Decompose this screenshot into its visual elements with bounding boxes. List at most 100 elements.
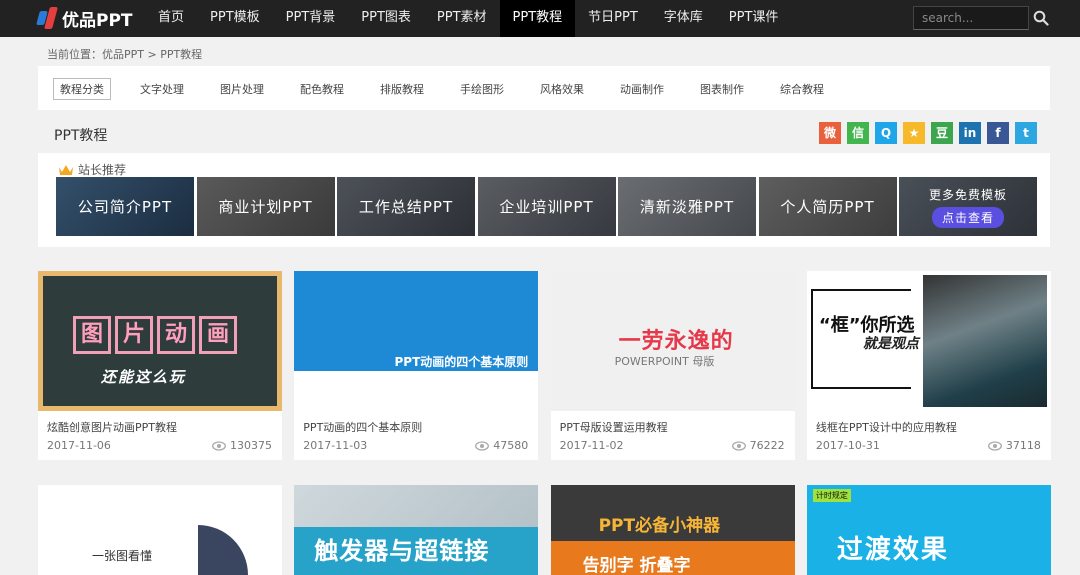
eye-icon (731, 440, 746, 451)
eye-icon (987, 440, 1002, 451)
thumb-text: PPT动画的四个基本原则 (394, 355, 529, 369)
nav-item[interactable]: PPT素材 (424, 0, 500, 37)
card-thumbnail[interactable]: 一劳永逸的 POWERPOINT 母版 (550, 271, 795, 411)
thumb-word: 图 (73, 316, 111, 354)
linkedin-icon[interactable]: in (959, 122, 981, 144)
nav-item[interactable]: PPT背景 (273, 0, 349, 37)
facebook-icon[interactable]: f (987, 122, 1009, 144)
tutorial-card[interactable]: 图片动画 还能这么玩 炫酷创意图片动画PPT教程 2017-11-06 1303… (38, 271, 282, 460)
thumb-text: 触发器与超链接 (314, 537, 490, 565)
nav-item[interactable]: 节日PPT (575, 0, 651, 37)
card-date: 2017-11-03 (303, 439, 368, 452)
recommend-banners: 公司简介PPT 商业计划PPT 工作总结PPT 企业培训PPT 清新淡雅PPT 个人简历P… (56, 177, 1040, 236)
weibo-icon[interactable]: 微 (819, 122, 841, 144)
thumb-text: PPT必备小神器 (598, 516, 721, 536)
recommend-header: 站长推荐 (58, 161, 126, 178)
card-views: 76222 (731, 439, 785, 452)
category-item[interactable]: 教程分类 (53, 78, 111, 100)
thumb-text: 一张图看懂 (92, 549, 153, 563)
card-date: 2017-10-31 (815, 439, 880, 452)
view-more-button[interactable]: 点击查看 (931, 206, 1004, 228)
card-title[interactable]: 线框在PPT设计中的应用教程 (816, 419, 957, 435)
nav-item[interactable]: 字体库 (651, 0, 716, 37)
views-count: 130375 (230, 439, 272, 452)
category-item[interactable]: 综合教程 (773, 78, 831, 100)
nav-item[interactable]: PPT模板 (197, 0, 273, 37)
nav-item[interactable]: PPT教程 (499, 0, 576, 37)
thumb-words: 图片动画 (73, 316, 241, 354)
category-item[interactable]: 文字处理 (133, 78, 191, 100)
tutorial-cards-row2: 一张图看懂 触发器与超链接 PPT必备小神器 告别字 折叠字 计时规定 过渡效果 (38, 485, 1063, 575)
card-thumbnail[interactable]: PPT动画的四个基本原则 (294, 271, 539, 411)
thumb-subtitle: 告别字 折叠字 (582, 556, 691, 575)
pie-graphic (198, 525, 248, 575)
thumb-subtitle: 还能这么玩 (101, 368, 187, 386)
card-views: 37118 (987, 439, 1041, 452)
views-count: 47580 (493, 439, 529, 452)
nav-item[interactable]: PPT课件 (716, 0, 792, 37)
qzone-icon[interactable]: ★ (903, 122, 925, 144)
card-thumbnail[interactable]: 图片动画 还能这么玩 (38, 271, 282, 411)
tutorial-card[interactable]: PPT动画的四个基本原则 PPT动画的四个基本原则 2017-11-03 475… (294, 271, 539, 460)
tutorial-cards: 图片动画 还能这么玩 炫酷创意图片动画PPT教程 2017-11-06 1303… (38, 271, 1063, 460)
recommend-banner[interactable]: 公司简介PPT (56, 177, 194, 236)
category-item[interactable]: 风格效果 (533, 78, 591, 100)
tutorial-card[interactable]: “框”你所选 就是观点 线框在PPT设计中的应用教程 2017-10-31 37… (806, 271, 1051, 460)
card-date: 2017-11-02 (559, 439, 624, 452)
category-item[interactable]: 图片处理 (213, 78, 271, 100)
category-item[interactable]: 图表制作 (693, 78, 751, 100)
category-item[interactable]: 手绘图形 (453, 78, 511, 100)
logo-text: 优品PPT (62, 10, 133, 31)
share-buttons: 微信 Q ★ 豆 in f t (819, 122, 1043, 144)
recommend-banner[interactable]: 工作总结PPT (337, 177, 475, 236)
search-box (913, 6, 1029, 30)
nav-menu: 首页 PPT模板 PPT背景 PPT图表 PPT素材 PPT教程 节日PPT 字体库 PPT课件 (145, 0, 791, 37)
card-title[interactable]: 炫酷创意图片动画PPT教程 (47, 419, 177, 435)
site-logo[interactable]: 优品PPT (36, 5, 133, 31)
card-thumbnail[interactable]: 一张图看懂 (38, 485, 282, 575)
nav-item[interactable]: 首页 (145, 0, 197, 37)
card-thumbnail[interactable]: “框”你所选 就是观点 (806, 271, 1051, 411)
eye-icon (212, 440, 226, 451)
more-templates-banner[interactable]: 更多免费模板点击查看 (899, 177, 1037, 236)
category-item[interactable]: 动画制作 (613, 78, 671, 100)
card-views: 47580 (475, 439, 528, 452)
search-icon[interactable] (1033, 10, 1049, 26)
thumb-word: 片 (115, 316, 153, 354)
nav-item[interactable]: PPT图表 (348, 0, 424, 37)
crown-icon (59, 164, 73, 175)
qq-icon[interactable]: Q (875, 122, 897, 144)
eye-icon (475, 440, 490, 451)
card-title[interactable]: PPT动画的四个基本原则 (303, 419, 422, 435)
card-thumbnail[interactable]: 计时规定 过渡效果 (806, 485, 1051, 575)
wechat-icon[interactable]: 信 (847, 122, 869, 144)
category-item[interactable]: 配色教程 (293, 78, 351, 100)
section-title: PPT教程 (54, 128, 108, 144)
twitter-icon[interactable]: t (1015, 122, 1037, 144)
thumb-word: 动 (157, 316, 195, 354)
recommend-banner[interactable]: 清新淡雅PPT (618, 177, 756, 236)
douban-icon[interactable]: 豆 (931, 122, 953, 144)
thumb-subtitle: 就是观点 (862, 336, 919, 352)
card-thumbnail[interactable]: 触发器与超链接 (294, 485, 539, 575)
more-templates-title: 更多免费模板 (928, 187, 1007, 202)
breadcrumb: 当前位置：优品PPT > PPT教程 (47, 48, 203, 61)
top-navigation: 优品PPT 首页 PPT模板 PPT背景 PPT图表 PPT素材 PPT教程 节日PPT 字体… (0, 0, 1080, 37)
thumb-word: 画 (199, 316, 237, 354)
recommend-banner[interactable]: 企业培训PPT (477, 177, 616, 236)
card-thumbnail[interactable]: PPT必备小神器 告别字 折叠字 (550, 485, 795, 575)
search-input[interactable] (914, 7, 1028, 29)
category-list: 教程分类 文字处理 图片处理 配色教程 排版教程 手绘图形 风格效果 动画制作 图表制作 综合教程 (53, 78, 853, 100)
tutorial-card[interactable]: 一劳永逸的 POWERPOINT 母版 PPT母版设置运用教程 2017-11-… (550, 271, 795, 460)
recommend-title: 站长推荐 (78, 163, 127, 177)
category-item[interactable]: 排版教程 (373, 78, 431, 100)
thumb-photo (922, 275, 1047, 407)
recommend-banner[interactable]: 商业计划PPT (196, 177, 335, 236)
card-title[interactable]: PPT母版设置运用教程 (560, 419, 668, 435)
thumb-text: 过渡效果 (836, 535, 949, 565)
recommend-banner[interactable]: 个人简历PPT (758, 177, 897, 236)
thumb-tag: 计时规定 (812, 489, 851, 502)
thumb-text: 一劳永逸的 (618, 329, 734, 354)
card-views: 130375 (212, 439, 272, 452)
card-date: 2017-11-06 (47, 439, 111, 452)
